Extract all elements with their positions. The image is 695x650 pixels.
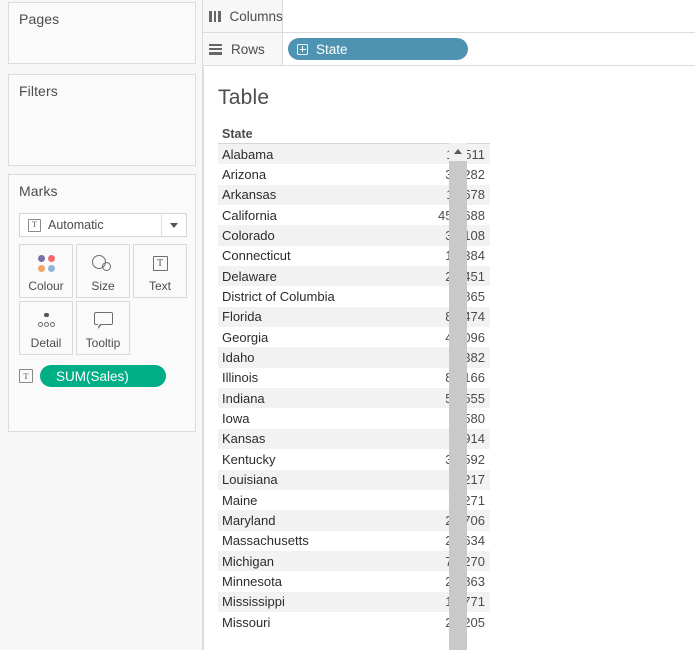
pages-card-title: Pages xyxy=(9,3,195,27)
rows-shelf[interactable]: Rows State xyxy=(203,33,695,66)
filters-card[interactable]: Filters xyxy=(8,74,196,166)
left-shelf-panel: Pages Filters Marks T Automatic xyxy=(0,0,203,650)
marks-card-title: Marks xyxy=(9,175,195,199)
columns-icon xyxy=(209,11,221,22)
table-cell-state: Connecticut xyxy=(218,248,445,263)
chevron-down-icon[interactable] xyxy=(161,214,186,236)
marks-shelf-detail[interactable]: Detail xyxy=(19,301,73,355)
dimension-pill-label: State xyxy=(316,42,348,57)
table-cell-state: Massachusetts xyxy=(218,533,445,548)
table-cell-state: Louisiana xyxy=(218,472,452,487)
marks-shelf-colour[interactable]: Colour xyxy=(19,244,73,298)
expand-plus-icon[interactable] xyxy=(297,44,308,55)
table-cell-state: Idaho xyxy=(218,350,452,365)
marks-shelf-detail-label: Detail xyxy=(31,337,62,349)
table-cell-state: Iowa xyxy=(218,411,452,426)
table-cell-state: Georgia xyxy=(218,330,445,345)
table-cell-state: Maryland xyxy=(218,513,445,528)
rows-shelf-text: Rows xyxy=(231,42,265,57)
marks-shelf-text-label: Text xyxy=(149,280,171,292)
shelf-area: Columns Rows State xyxy=(203,0,695,66)
table-cell-state: Michigan xyxy=(218,554,445,569)
table-cell-state: Arizona xyxy=(218,167,445,182)
marks-encoding-grid: Colour Size T Text xyxy=(19,244,189,358)
rows-shelf-label: Rows xyxy=(203,33,283,65)
table-cell-state: California xyxy=(218,208,438,223)
marks-card: Marks T Automatic xyxy=(8,174,196,432)
dimension-pill-state[interactable]: State xyxy=(288,38,468,60)
table-cell-state: Colorado xyxy=(218,228,445,243)
table-cell-state: Kentucky xyxy=(218,452,445,467)
marks-shelf-size[interactable]: Size xyxy=(76,244,130,298)
size-circles-icon xyxy=(92,251,114,277)
table-column-header-state[interactable]: State xyxy=(218,125,490,144)
table-cell-state: Florida xyxy=(218,309,445,324)
measure-pill-label: SUM(Sales) xyxy=(56,369,129,384)
columns-shelf-dropzone[interactable] xyxy=(283,0,695,32)
mark-type-value: Automatic xyxy=(48,218,161,232)
marks-shelf-text[interactable]: T Text xyxy=(133,244,187,298)
vertical-scrollbar[interactable] xyxy=(449,143,467,650)
table-cell-state: District of Columbia xyxy=(218,289,452,304)
page-title: Table xyxy=(218,86,269,110)
marks-card-pill-row: T SUM(Sales) xyxy=(19,365,166,387)
filters-card-title: Filters xyxy=(9,75,195,99)
mark-type-dropdown[interactable]: T Automatic xyxy=(19,213,187,237)
table-cell-state: Mississippi xyxy=(218,594,445,609)
columns-shelf-text: Columns xyxy=(230,9,283,24)
rows-shelf-dropzone[interactable]: State xyxy=(283,33,695,65)
marks-shelf-tooltip-label: Tooltip xyxy=(86,337,121,349)
marks-encoding-row-1: Colour Size T Text xyxy=(19,244,189,298)
chevron-up-icon xyxy=(454,149,462,154)
table-cell-state: Arkansas xyxy=(218,187,446,202)
colour-dots-icon xyxy=(38,251,55,277)
table-cell-state: Delaware xyxy=(218,269,445,284)
table-cell-state: Kansas xyxy=(218,431,452,446)
worksheet-view: Table State Alabama19,511Arizona35,282Ar… xyxy=(203,67,695,650)
tooltip-bubble-icon xyxy=(94,308,113,334)
marks-shelf-tooltip[interactable]: Tooltip xyxy=(76,301,130,355)
rows-icon xyxy=(209,44,222,55)
marks-encoding-row-2: Detail Tooltip xyxy=(19,301,189,355)
text-boxed-t-icon: T xyxy=(153,251,168,277)
detail-dots-icon xyxy=(36,308,56,334)
marks-shelf-colour-label: Colour xyxy=(28,280,63,292)
table-cell-state: Indiana xyxy=(218,391,445,406)
columns-shelf-label: Columns xyxy=(203,0,283,32)
measure-pill-sum-sales[interactable]: SUM(Sales) xyxy=(40,365,166,387)
scrollbar-up-button[interactable] xyxy=(449,143,467,160)
text-boxed-t-icon: T xyxy=(19,369,33,383)
table-cell-state: Maine xyxy=(218,493,452,508)
table-cell-state: Alabama xyxy=(218,147,446,162)
marks-shelf-size-label: Size xyxy=(91,280,114,292)
table-cell-state: Missouri xyxy=(218,615,445,630)
tableau-worksheet-window: Pages Filters Marks T Automatic xyxy=(0,0,695,650)
text-mark-icon: T xyxy=(28,219,41,232)
table-cell-state: Minnesota xyxy=(218,574,445,589)
pages-card[interactable]: Pages xyxy=(8,2,196,64)
table-cell-state: Illinois xyxy=(218,370,445,385)
columns-shelf[interactable]: Columns xyxy=(203,0,695,33)
scrollbar-thumb[interactable] xyxy=(449,161,467,650)
